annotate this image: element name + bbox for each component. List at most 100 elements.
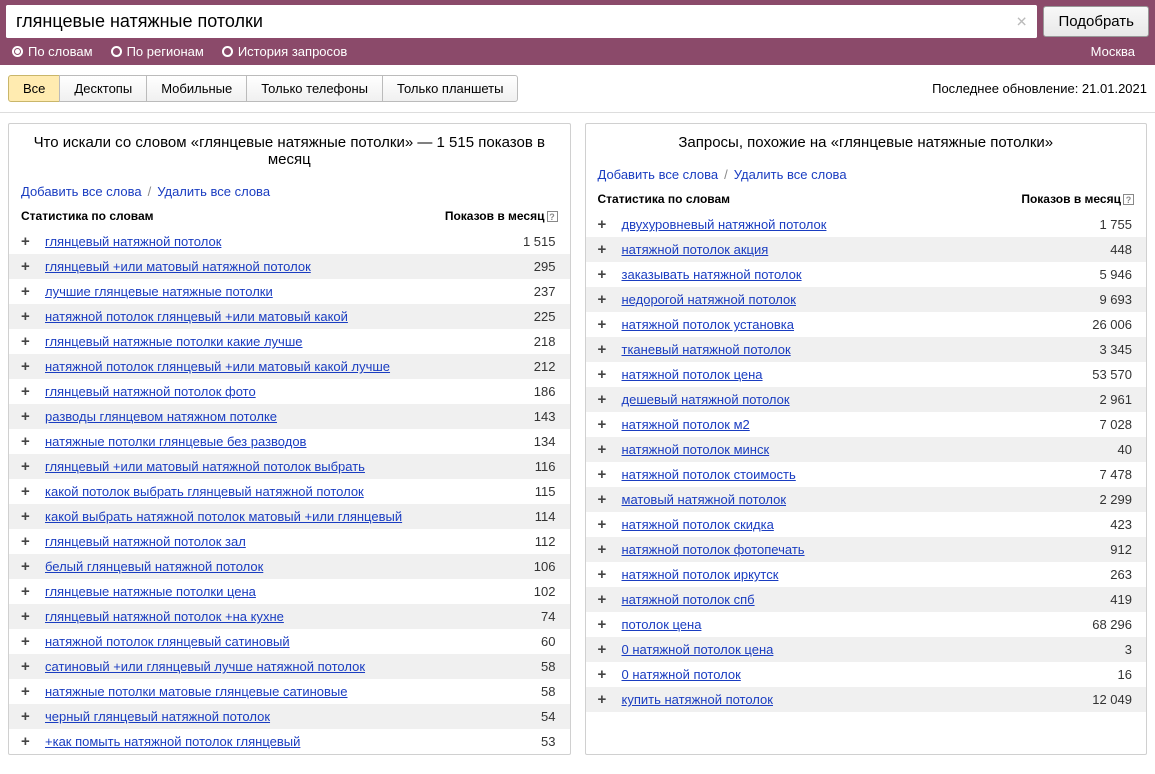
clear-icon[interactable]: ✕ bbox=[1016, 13, 1028, 30]
keyword-link[interactable]: 0 натяжной потолок цена bbox=[622, 642, 774, 657]
remove-all-link[interactable]: Удалить все слова bbox=[157, 184, 270, 199]
keyword-link[interactable]: натяжные потолки матовые глянцевые сатин… bbox=[45, 684, 348, 699]
remove-all-link[interactable]: Удалить все слова bbox=[734, 167, 847, 182]
add-icon[interactable]: + bbox=[21, 259, 35, 274]
add-icon[interactable]: + bbox=[21, 309, 35, 324]
keyword-link[interactable]: +как помыть натяжной потолок глянцевый bbox=[45, 734, 300, 749]
keyword-link[interactable]: потолок цена bbox=[622, 617, 702, 632]
tab-phones[interactable]: Только телефоны bbox=[246, 75, 383, 102]
keyword-link[interactable]: 0 натяжной потолок bbox=[622, 667, 741, 682]
keyword-link[interactable]: матовый натяжной потолок bbox=[622, 492, 787, 507]
add-icon[interactable]: + bbox=[598, 642, 612, 657]
keyword-link[interactable]: глянцевый натяжные потолки какие лучше bbox=[45, 334, 303, 349]
keyword-link[interactable]: натяжной потолок цена bbox=[622, 367, 763, 382]
search-input[interactable] bbox=[6, 5, 1037, 38]
add-icon[interactable]: + bbox=[598, 392, 612, 407]
keyword-link[interactable]: двухуровневый натяжной потолок bbox=[622, 217, 827, 232]
keyword-link[interactable]: глянцевый натяжной потолок bbox=[45, 234, 221, 249]
add-icon[interactable]: + bbox=[21, 334, 35, 349]
keyword-link[interactable]: какой выбрать натяжной потолок матовый +… bbox=[45, 509, 402, 524]
help-icon[interactable]: ? bbox=[1123, 194, 1134, 205]
tab-desktops[interactable]: Десктопы bbox=[59, 75, 147, 102]
add-icon[interactable]: + bbox=[598, 217, 612, 232]
tab-mobiles[interactable]: Мобильные bbox=[146, 75, 247, 102]
add-icon[interactable]: + bbox=[598, 592, 612, 607]
add-all-link[interactable]: Добавить все слова bbox=[598, 167, 719, 182]
add-all-link[interactable]: Добавить все слова bbox=[21, 184, 142, 199]
keyword-link[interactable]: глянцевый натяжной потолок зал bbox=[45, 534, 246, 549]
keyword-link[interactable]: натяжной потолок акция bbox=[622, 242, 769, 257]
keyword-link[interactable]: натяжной потолок глянцевый сатиновый bbox=[45, 634, 290, 649]
add-icon[interactable]: + bbox=[598, 267, 612, 282]
keyword-link[interactable]: натяжной потолок иркутск bbox=[622, 567, 779, 582]
add-icon[interactable]: + bbox=[21, 584, 35, 599]
keyword-link[interactable]: натяжной потолок скидка bbox=[622, 517, 774, 532]
add-icon[interactable]: + bbox=[21, 384, 35, 399]
keyword-link[interactable]: купить натяжной потолок bbox=[622, 692, 773, 707]
add-icon[interactable]: + bbox=[21, 659, 35, 674]
keyword-link[interactable]: заказывать натяжной потолок bbox=[622, 267, 802, 282]
keyword-link[interactable]: белый глянцевый натяжной потолок bbox=[45, 559, 263, 574]
add-icon[interactable]: + bbox=[598, 692, 612, 707]
keyword-link[interactable]: натяжные потолки глянцевые без разводов bbox=[45, 434, 306, 449]
keyword-link[interactable]: разводы глянцевом натяжном потолке bbox=[45, 409, 277, 424]
keyword-link[interactable]: глянцевый натяжной потолок фото bbox=[45, 384, 256, 399]
keyword-link[interactable]: глянцевый +или матовый натяжной потолок bbox=[45, 259, 311, 274]
add-icon[interactable]: + bbox=[598, 367, 612, 382]
filter-history[interactable]: История запросов bbox=[222, 44, 348, 59]
keyword-link[interactable]: натяжной потолок минск bbox=[622, 442, 770, 457]
add-icon[interactable]: + bbox=[598, 542, 612, 557]
keyword-link[interactable]: тканевый натяжной потолок bbox=[622, 342, 791, 357]
add-icon[interactable]: + bbox=[21, 434, 35, 449]
add-icon[interactable]: + bbox=[21, 484, 35, 499]
add-icon[interactable]: + bbox=[21, 634, 35, 649]
keyword-link[interactable]: недорогой натяжной потолок bbox=[622, 292, 796, 307]
add-icon[interactable]: + bbox=[598, 292, 612, 307]
add-icon[interactable]: + bbox=[21, 684, 35, 699]
add-icon[interactable]: + bbox=[21, 709, 35, 724]
add-icon[interactable]: + bbox=[21, 284, 35, 299]
keyword-link[interactable]: натяжной потолок глянцевый +или матовый … bbox=[45, 359, 390, 374]
keyword-link[interactable]: натяжной потолок глянцевый +или матовый … bbox=[45, 309, 348, 324]
add-icon[interactable]: + bbox=[21, 459, 35, 474]
add-icon[interactable]: + bbox=[598, 467, 612, 482]
keyword-link[interactable]: глянцевый натяжной потолок +на кухне bbox=[45, 609, 284, 624]
add-icon[interactable]: + bbox=[598, 417, 612, 432]
keyword-link[interactable]: черный глянцевый натяжной потолок bbox=[45, 709, 270, 724]
add-icon[interactable]: + bbox=[598, 342, 612, 357]
add-icon[interactable]: + bbox=[598, 517, 612, 532]
keyword-link[interactable]: натяжной потолок м2 bbox=[622, 417, 750, 432]
keyword-link[interactable]: натяжной потолок фотопечать bbox=[622, 542, 805, 557]
keyword-link[interactable]: натяжной потолок установка bbox=[622, 317, 795, 332]
add-icon[interactable]: + bbox=[21, 359, 35, 374]
tab-all[interactable]: Все bbox=[8, 75, 60, 102]
keyword-link[interactable]: глянцевый +или матовый натяжной потолок … bbox=[45, 459, 365, 474]
add-icon[interactable]: + bbox=[21, 534, 35, 549]
keyword-link[interactable]: натяжной потолок спб bbox=[622, 592, 755, 607]
region-label[interactable]: Москва bbox=[1091, 44, 1135, 59]
add-icon[interactable]: + bbox=[21, 409, 35, 424]
keyword-link[interactable]: дешевый натяжной потолок bbox=[622, 392, 790, 407]
filter-by-regions[interactable]: По регионам bbox=[111, 44, 204, 59]
keyword-link[interactable]: натяжной потолок стоимость bbox=[622, 467, 796, 482]
add-icon[interactable]: + bbox=[598, 442, 612, 457]
help-icon[interactable]: ? bbox=[547, 211, 558, 222]
add-icon[interactable]: + bbox=[598, 492, 612, 507]
keyword-link[interactable]: сатиновый +или глянцевый лучше натяжной … bbox=[45, 659, 365, 674]
keyword-link[interactable]: лучшие глянцевые натяжные потолки bbox=[45, 284, 273, 299]
add-icon[interactable]: + bbox=[21, 234, 35, 249]
add-icon[interactable]: + bbox=[21, 509, 35, 524]
add-icon[interactable]: + bbox=[598, 317, 612, 332]
add-icon[interactable]: + bbox=[21, 559, 35, 574]
add-icon[interactable]: + bbox=[598, 567, 612, 582]
add-icon[interactable]: + bbox=[598, 242, 612, 257]
add-icon[interactable]: + bbox=[598, 667, 612, 682]
add-icon[interactable]: + bbox=[21, 609, 35, 624]
add-icon[interactable]: + bbox=[21, 734, 35, 749]
submit-button[interactable]: Подобрать bbox=[1043, 6, 1149, 37]
keyword-link[interactable]: какой потолок выбрать глянцевый натяжной… bbox=[45, 484, 364, 499]
add-icon[interactable]: + bbox=[598, 617, 612, 632]
tab-tablets[interactable]: Только планшеты bbox=[382, 75, 518, 102]
keyword-link[interactable]: глянцевые натяжные потолки цена bbox=[45, 584, 256, 599]
filter-by-words[interactable]: По словам bbox=[12, 44, 93, 59]
